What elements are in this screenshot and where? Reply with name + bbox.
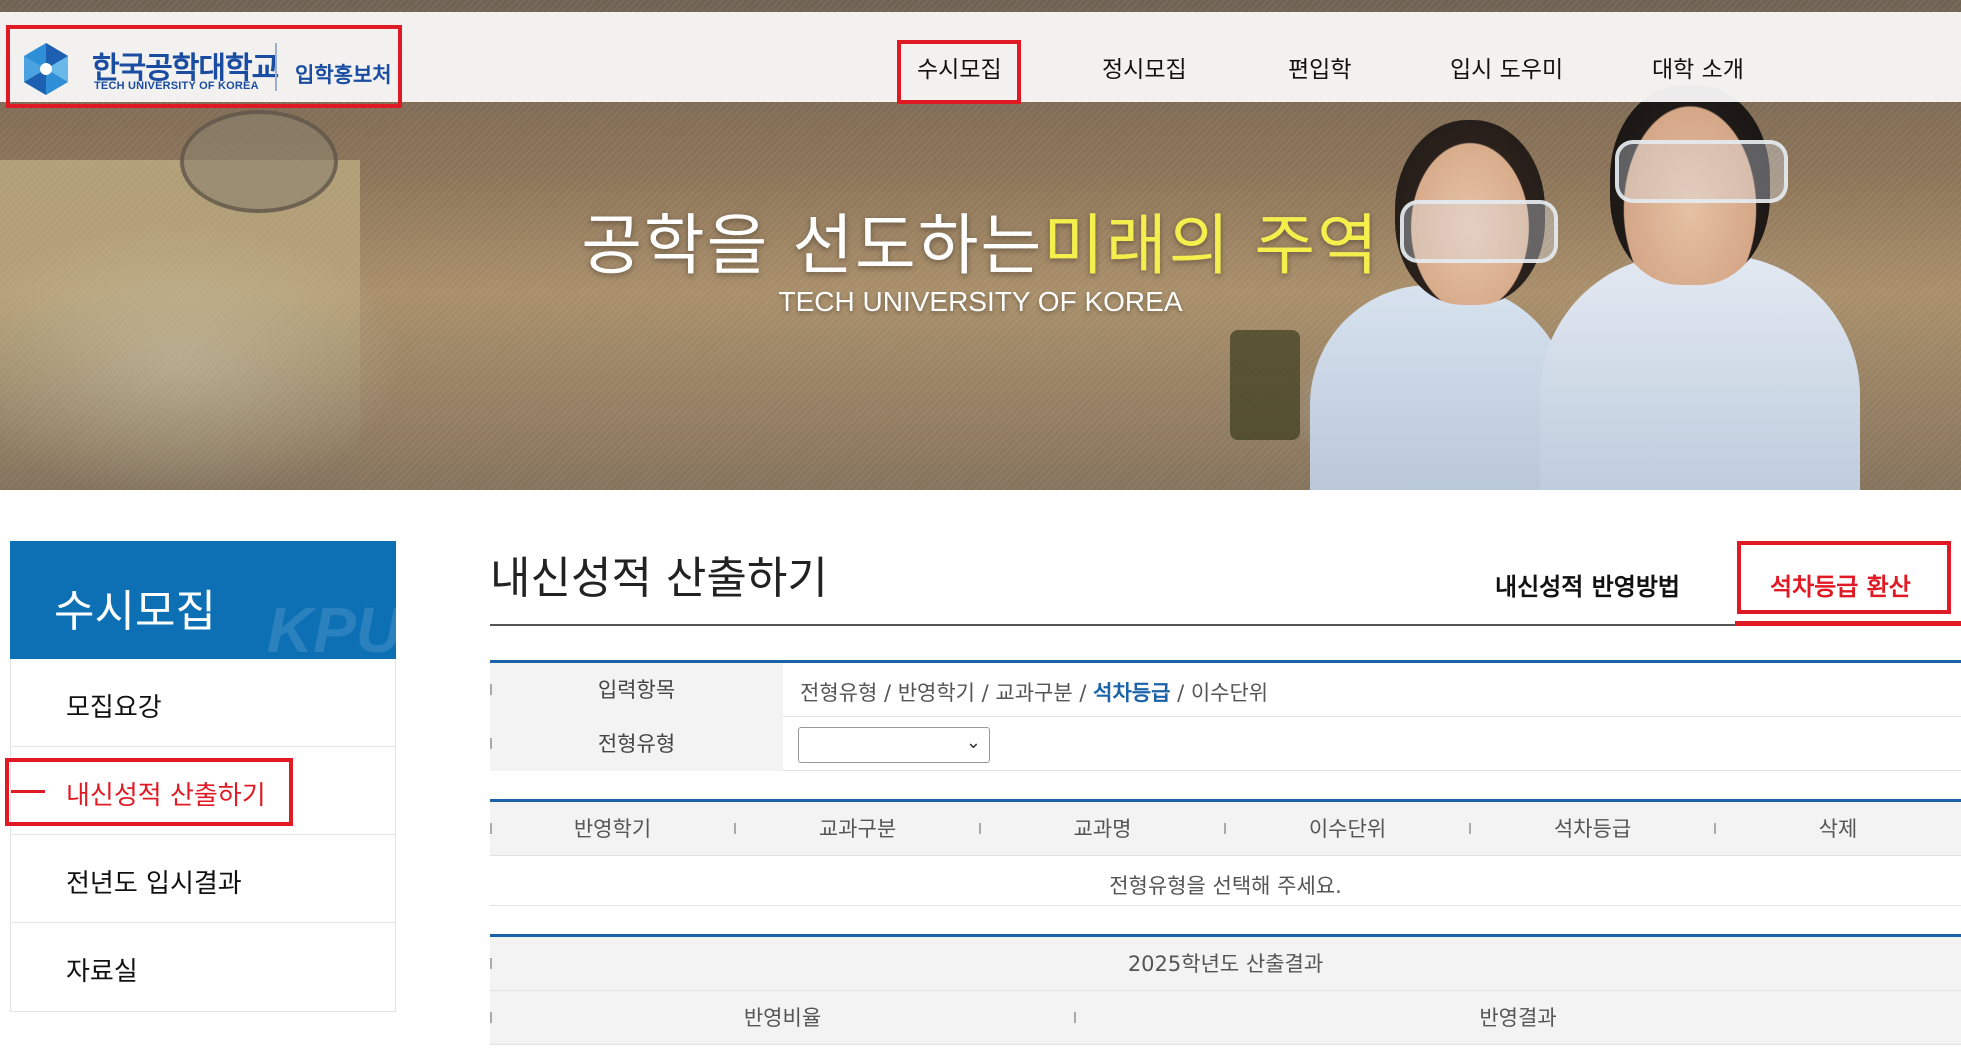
column-separator bbox=[490, 823, 492, 834]
column-separator bbox=[979, 823, 981, 834]
column-header-semester: 반영학기 bbox=[573, 817, 652, 841]
column-separator bbox=[1469, 823, 1471, 834]
input-steps-text-rest: / 이수단위 bbox=[1170, 681, 1269, 705]
hero-equipment-image bbox=[1230, 330, 1300, 440]
title-underline bbox=[490, 624, 1735, 626]
sidebar-item-resources[interactable]: 자료실 bbox=[11, 923, 395, 1011]
column-header-reflection-result: 반영결과 bbox=[1479, 1006, 1557, 1030]
sidebar-item-label: 모집요강 bbox=[66, 693, 162, 723]
cell-separator bbox=[490, 738, 492, 749]
logo-english-name: TECH UNIVERSITY OF KOREA bbox=[94, 80, 259, 92]
sidebar-item-recruitment-guide[interactable]: 모집요강 bbox=[11, 659, 395, 747]
nav-item-admission-helper[interactable]: 입시 도우미 bbox=[1450, 50, 1563, 84]
sidebar-item-label: 전년도 입시결과 bbox=[66, 869, 242, 899]
sidebar-item-previous-results[interactable]: 전년도 입시결과 bbox=[11, 835, 395, 923]
logo-department-name: 입학홍보처 bbox=[295, 63, 392, 87]
input-items-label: 입력항목 bbox=[490, 663, 783, 717]
result-table-header: 반영비율 반영결과 bbox=[490, 991, 1961, 1045]
hero-title: 공학을 선도하는미래의 주역 bbox=[0, 192, 1961, 288]
sidebar-item-label: 자료실 bbox=[66, 957, 138, 987]
input-row-type: 전형유형 ⌄ bbox=[490, 717, 1961, 771]
admission-type-select[interactable]: ⌄ bbox=[798, 727, 990, 763]
university-emblem-icon bbox=[24, 43, 68, 95]
column-header-subject-category: 교과구분 bbox=[818, 817, 897, 841]
nav-item-regular-admission[interactable]: 정시모집 bbox=[1102, 50, 1187, 84]
input-steps: 전형유형 / 반영학기 / 교과구분 / 석차등급 / 이수단위 bbox=[800, 677, 1268, 707]
tab-rank-grade-conversion[interactable]: 석차등급 환산 bbox=[1770, 567, 1911, 602]
active-tab-underline bbox=[1735, 621, 1961, 626]
column-header-delete: 삭제 bbox=[1818, 817, 1858, 841]
column-header-subject-name: 교과명 bbox=[1073, 817, 1132, 841]
admission-type-label: 전형유형 bbox=[490, 717, 783, 771]
sidebar-menu: 모집요강 내신성적 산출하기 전년도 입시결과 자료실 bbox=[10, 659, 396, 1012]
cell-separator bbox=[490, 684, 492, 695]
column-header-reflection-ratio: 반영비율 bbox=[743, 1006, 822, 1030]
result-table-title-row: 2025학년도 산출결과 bbox=[490, 937, 1961, 991]
result-table-title: 2025학년도 산출결과 bbox=[1127, 952, 1324, 976]
column-header-rank-grade: 석차등급 bbox=[1553, 817, 1632, 841]
empty-state-message: 전형유형을 선택해 주세요. bbox=[1109, 874, 1342, 898]
nav-item-about-university[interactable]: 대학 소개 bbox=[1652, 50, 1744, 84]
sidebar-watermark-logo: KPU bbox=[266, 594, 396, 659]
site-logo[interactable]: 한국공학대학교 TECH UNIVERSITY OF KOREA 입학홍보처 bbox=[6, 25, 402, 108]
sidebar-title: 수시모집 bbox=[54, 586, 216, 637]
column-header-credits: 이수단위 bbox=[1308, 817, 1387, 841]
column-separator bbox=[490, 1012, 492, 1023]
input-steps-current: 석차등급 bbox=[1093, 681, 1171, 705]
column-separator bbox=[1074, 1012, 1076, 1023]
nav-item-transfer[interactable]: 편입학 bbox=[1288, 50, 1351, 84]
chevron-down-icon: ⌄ bbox=[965, 732, 981, 753]
hero-title-main: 공학을 선도하는 bbox=[581, 207, 1044, 284]
input-row-items: 입력항목 전형유형 / 반영학기 / 교과구분 / 석차등급 / 이수단위 bbox=[490, 663, 1961, 717]
column-separator bbox=[734, 823, 736, 834]
column-separator bbox=[490, 958, 492, 969]
column-separator bbox=[1714, 823, 1716, 834]
nav-item-early-admission[interactable]: 수시모집 bbox=[917, 50, 1002, 84]
page-title: 내신성적 산출하기 bbox=[490, 553, 828, 604]
sidebar-header: 수시모집 KPU bbox=[10, 541, 396, 659]
logo-divider bbox=[275, 43, 277, 91]
input-steps-text: 전형유형 / 반영학기 / 교과구분 / bbox=[800, 681, 1094, 705]
sidebar-active-highlight bbox=[5, 758, 293, 826]
hero-title-highlight: 미래의 주역 bbox=[1043, 207, 1380, 284]
tab-grade-reflection-method[interactable]: 내신성적 반영방법 bbox=[1495, 567, 1680, 602]
column-separator bbox=[1224, 823, 1226, 834]
grade-table-empty-row: 전형유형을 선택해 주세요. bbox=[490, 856, 1961, 906]
grade-table-header: 반영학기 교과구분 교과명 이수단위 석차등급 삭제 bbox=[490, 802, 1961, 856]
hero-subtitle: TECH UNIVERSITY OF KOREA bbox=[778, 286, 1183, 317]
top-navigation-bar: 한국공학대학교 TECH UNIVERSITY OF KOREA 입학홍보처 수… bbox=[0, 12, 1961, 108]
